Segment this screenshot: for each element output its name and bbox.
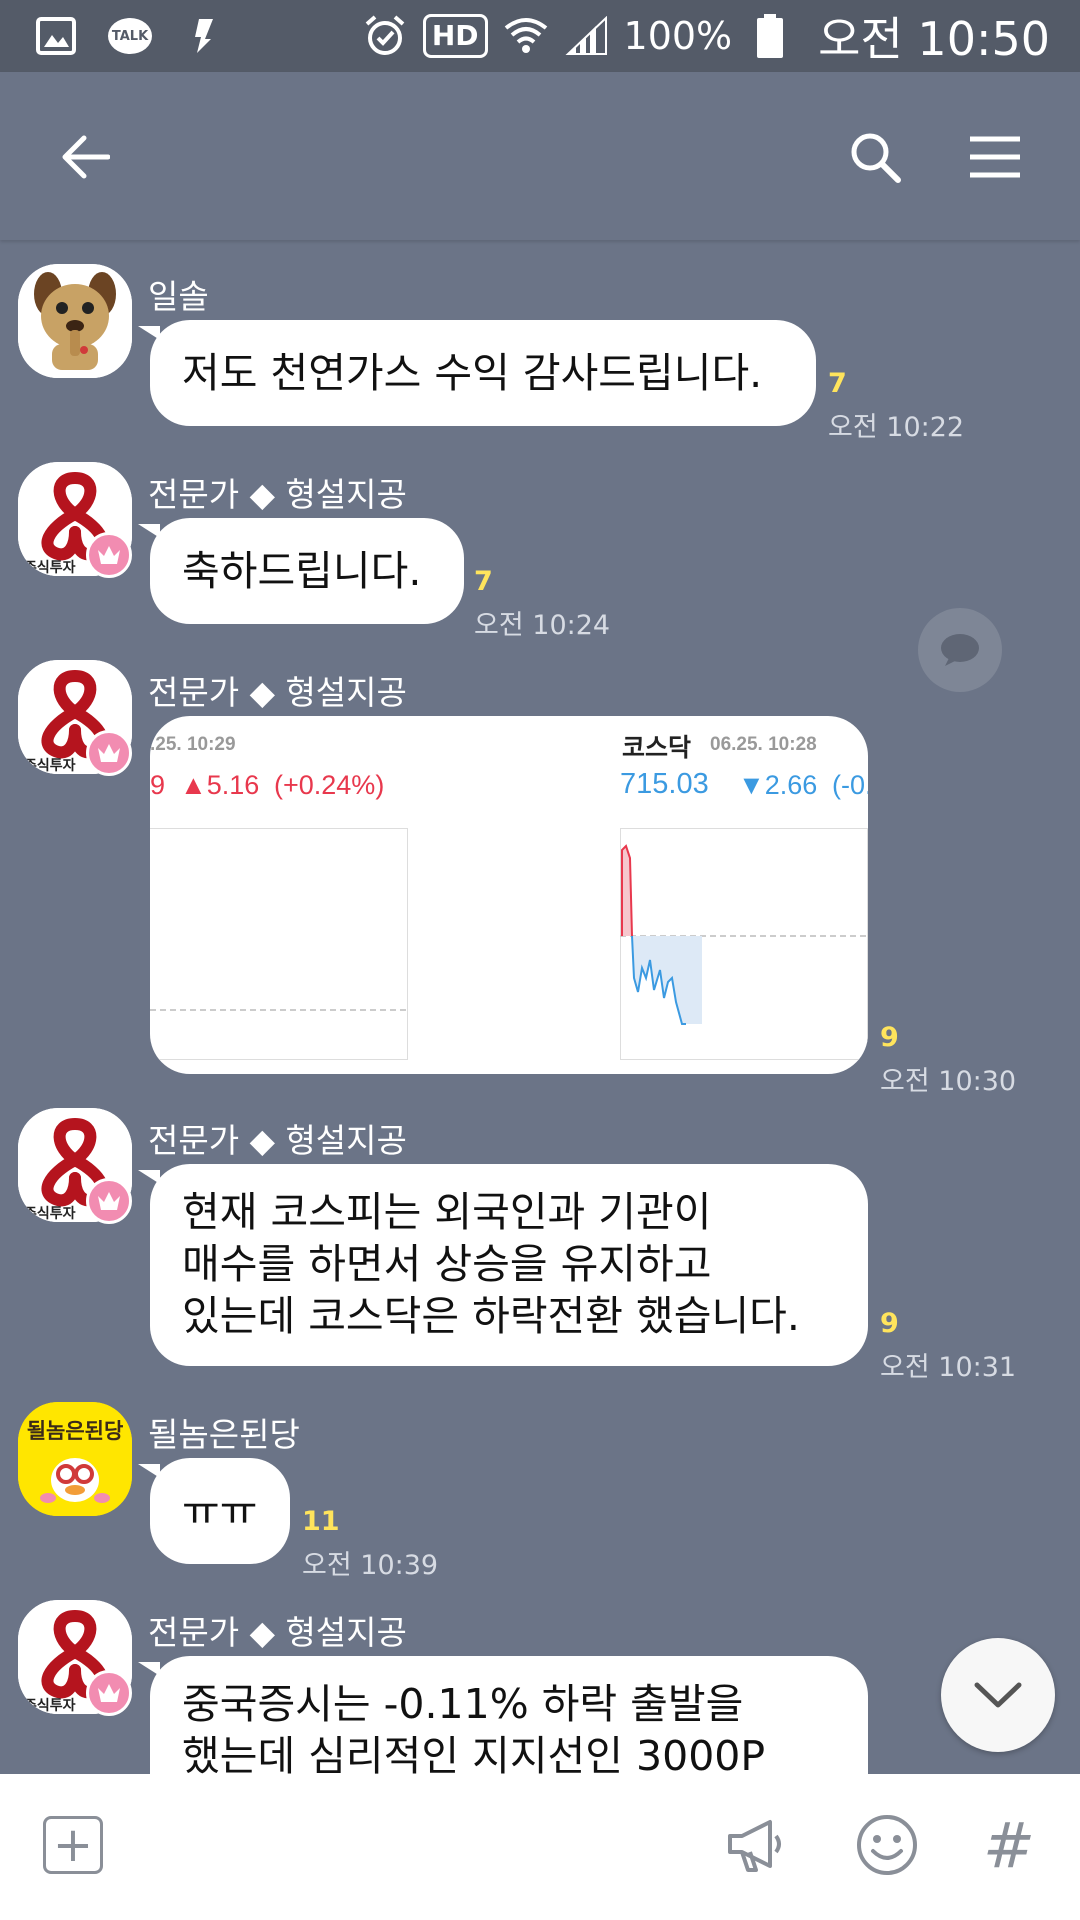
share-button[interactable]: [918, 608, 1002, 692]
back-arrow-icon: [62, 135, 110, 179]
battery-percent: 100%: [623, 14, 733, 58]
message-meta: 7 오전 10:22: [828, 368, 964, 444]
message-time: 오전 10:22: [828, 412, 965, 443]
menu-icon: [970, 136, 1020, 178]
megaphone-icon: [728, 1820, 781, 1872]
dictionary-icon: [182, 16, 226, 56]
scroll-to-bottom-button[interactable]: [941, 1638, 1055, 1752]
hashtag-icon: #: [983, 1808, 1035, 1882]
search-icon: [851, 133, 901, 183]
message-bubble[interactable]: ㅠㅠ: [150, 1458, 290, 1564]
message-time: 오전 10:39: [302, 1550, 439, 1581]
message-meta: 11 오전 10:39: [302, 1506, 438, 1582]
add-icon: +: [43, 1816, 103, 1874]
share-speech-icon: [941, 634, 979, 666]
message-line: 현재 코스피는 외국인과 기관이: [182, 1188, 712, 1236]
sender-name: 일솔: [148, 277, 209, 316]
status-clock: 오전 10:50: [818, 12, 1050, 66]
crown-icon: [98, 1192, 120, 1210]
crown-badge: [86, 730, 132, 776]
status-bar: TALK HD 100% 오전 10:50: [0, 0, 1080, 72]
emoticon-icon: [857, 1815, 917, 1875]
avatar[interactable]: [18, 264, 132, 378]
message-bubble[interactable]: 현재 코스피는 외국인과 기관이 매수를 하면서 상승을 유지하고 있는데 코스…: [150, 1164, 868, 1366]
search-button[interactable]: [830, 112, 920, 202]
crown-badge: [86, 1670, 132, 1716]
chat-list[interactable]: 일솔 저도 천연가스 수익 감사드립니다. 7 오전 10:22 주식투자 전문…: [0, 240, 1080, 1774]
sticker-text: 될놈은된당: [27, 1419, 124, 1443]
battery-icon: [748, 14, 792, 58]
hd-icon: HD: [422, 14, 488, 58]
expert-logo-text: 주식투자: [24, 758, 76, 774]
kospi-percent: (+0.24%): [274, 770, 385, 800]
sender-name: 전문가 ◆ 형설지공: [148, 673, 407, 712]
message-meta: 9 오전 10:30: [880, 1022, 1016, 1098]
message-time: 오전 10:30: [880, 1066, 1017, 1097]
message-time: 오전 10:24: [474, 610, 611, 641]
message-line: 매수를 하면서 상승을 유지하고: [182, 1240, 712, 1288]
crown-icon: [98, 546, 120, 564]
alarm-icon: [363, 15, 407, 56]
sender-name: 전문가 ◆ 형설지공: [148, 1613, 407, 1652]
chevron-down-icon: [974, 1682, 1022, 1708]
unread-count: 9: [880, 1308, 899, 1339]
message-time: 오전 10:31: [880, 1352, 1017, 1383]
wifi-icon: [504, 16, 548, 56]
kosdaq-date: 06.25. 10:28: [710, 734, 817, 755]
gallery-icon: [34, 16, 78, 56]
message-meta: 7 오전 10:24: [474, 566, 610, 642]
message-line: 했는데 심리적인 지지선인 3000P: [182, 1732, 766, 1774]
kosdaq-chart: [620, 828, 868, 1060]
kospi-chart-frame: [150, 828, 408, 1060]
kosdaq-percent: (-0.: [832, 770, 868, 800]
message-line: 있는데 코스닥은 하락전환 했습니다.: [182, 1292, 800, 1340]
sticker-avatar: 될놈은된당: [18, 1402, 132, 1516]
megaphone-button[interactable]: [712, 1802, 798, 1888]
kosdaq-value: 715.03: [620, 768, 709, 800]
kospi-date: .25. 10:29: [150, 734, 236, 755]
menu-button[interactable]: [950, 112, 1040, 202]
unread-count: 7: [828, 368, 847, 399]
kospi-change: ▲5.16: [180, 770, 260, 800]
sender-name: 될놈은된당: [148, 1415, 300, 1454]
unread-count: 9: [880, 1022, 899, 1053]
dog-sticker-avatar: [18, 264, 132, 378]
crown-icon: [98, 1684, 120, 1702]
add-button[interactable]: +: [30, 1802, 116, 1888]
input-bar: + #: [0, 1774, 1080, 1920]
hashtag-button[interactable]: #: [966, 1802, 1052, 1888]
unread-count: 11: [302, 1506, 340, 1537]
message-bubble[interactable]: 저도 천연가스 수익 감사드립니다.: [150, 320, 816, 426]
chat-header: [0, 72, 1080, 240]
talk-icon: TALK: [108, 16, 152, 56]
kospi-baseline: [150, 1009, 406, 1011]
crown-badge: [86, 1178, 132, 1224]
image-message[interactable]: .25. 10:29 9 ▲5.16 (+0.24%) 코스닥 06.25. 1…: [150, 716, 868, 1074]
kospi-value: 9: [150, 770, 166, 800]
crown-badge: [86, 532, 132, 578]
message-bubble[interactable]: 중국증시는 -0.11% 하락 출발을 했는데 심리적인 지지선인 3000P: [150, 1656, 868, 1774]
expert-logo-text: 주식투자: [24, 1206, 76, 1222]
kosdaq-change: ▼2.66: [738, 770, 818, 800]
kosdaq-name: 코스닥: [622, 733, 692, 762]
signal-icon: [564, 16, 608, 56]
message-line: 중국증시는 -0.11% 하락 출발을: [182, 1680, 744, 1728]
sender-name: 전문가 ◆ 형설지공: [148, 1121, 407, 1160]
expert-logo-text: 주식투자: [24, 1698, 76, 1714]
message-meta: 9 오전 10:31: [880, 1308, 1016, 1384]
avatar[interactable]: 될놈은된당: [18, 1402, 132, 1516]
message-bubble[interactable]: 축하드립니다.: [150, 518, 464, 624]
sender-name: 전문가 ◆ 형설지공: [148, 475, 407, 514]
expert-logo-text: 주식투자: [24, 560, 76, 576]
unread-count: 7: [474, 566, 493, 597]
emoticon-button[interactable]: [844, 1802, 930, 1888]
back-button[interactable]: [40, 112, 130, 202]
crown-icon: [98, 744, 120, 762]
